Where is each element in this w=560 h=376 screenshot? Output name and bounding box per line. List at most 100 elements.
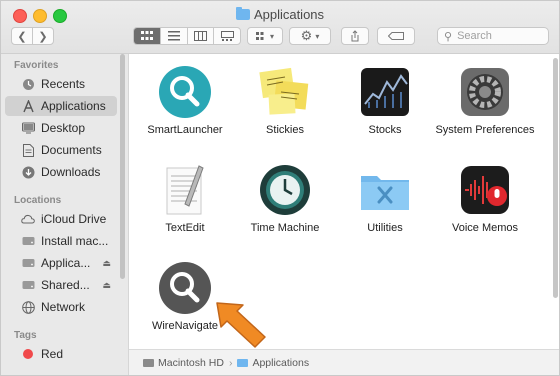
tag-button[interactable]	[377, 27, 415, 45]
app-item-time-machine[interactable]: Time Machine	[235, 162, 335, 235]
sidebar-item-tag-red[interactable]: Red	[5, 344, 117, 364]
path-bar: Macintosh HD › Applications	[129, 349, 559, 375]
gallery-view-icon	[220, 31, 234, 41]
app-item-stickies[interactable]: Stickies	[235, 64, 335, 137]
chevron-left-icon: ❮	[17, 30, 27, 43]
sidebar-item-documents[interactable]: Documents	[5, 140, 117, 160]
path-crumb-disk[interactable]: Macintosh HD	[143, 357, 224, 369]
file-browser-content: SmartLauncher Stickies Stocks System Pre…	[129, 54, 559, 349]
group-by-button[interactable]: ▾	[247, 27, 283, 45]
red-tag-dot-icon	[21, 347, 35, 361]
app-name: Voice Memos	[451, 222, 519, 234]
app-name: System Preferences	[435, 124, 535, 136]
eject-icon[interactable]: ⏏	[102, 280, 111, 291]
voice-memos-icon	[457, 162, 513, 218]
folder-icon	[237, 359, 249, 367]
path-crumb-label: Macintosh HD	[158, 357, 224, 369]
sidebar-item-install-macos[interactable]: Install mac...	[5, 231, 117, 251]
icon-view-icon	[140, 31, 153, 40]
sidebar-item-label: iCloud Drive	[41, 212, 107, 226]
sidebar-item-downloads[interactable]: Downloads	[5, 162, 117, 182]
column-view-icon	[193, 31, 207, 41]
app-item-stocks[interactable]: Stocks	[335, 64, 435, 137]
sidebar-item-label: Shared...	[41, 278, 90, 292]
app-name: Stocks	[368, 124, 402, 136]
sidebar-item-network[interactable]: Network	[5, 297, 117, 317]
magnifier-teal-icon	[157, 64, 213, 120]
chevron-down-icon: ▾	[269, 31, 274, 41]
stickies-icon	[257, 64, 313, 120]
globe-icon	[21, 300, 35, 314]
gallery-view-button[interactable]	[214, 28, 240, 44]
app-item-utilities[interactable]: Utilities	[335, 162, 435, 235]
path-crumb-label: Applications	[252, 357, 310, 369]
share-icon	[351, 30, 359, 42]
sidebar-item-label: Recents	[41, 77, 86, 91]
app-name: Stickies	[266, 124, 304, 136]
chevron-down-icon: ▾	[315, 31, 320, 41]
content-scrollbar[interactable]	[553, 58, 558, 298]
app-name: SmartLauncher	[147, 124, 223, 136]
app-item-voice-memos[interactable]: Voice Memos	[435, 162, 535, 235]
sidebar-item-recents[interactable]: Recents	[5, 74, 117, 94]
sidebar-item-label: Red	[41, 347, 64, 361]
share-button[interactable]	[341, 27, 369, 45]
time-machine-icon	[257, 162, 313, 218]
gear-icon	[457, 64, 513, 120]
sidebar-item-label: Downloads	[41, 165, 101, 179]
icon-view-button[interactable]	[134, 28, 161, 44]
gear-icon: ⚙	[300, 28, 313, 43]
eject-icon[interactable]: ⏏	[102, 258, 111, 269]
window-title-text: Applications	[253, 7, 325, 22]
folder-icon	[235, 7, 250, 20]
sidebar-item-shared-volume[interactable]: Shared... ⏏	[5, 275, 117, 295]
app-item-textedit[interactable]: TextEdit	[135, 162, 235, 235]
sidebar-item-label: Network	[41, 300, 86, 314]
app-name: Time Machine	[250, 222, 320, 234]
search-icon: ⚲	[444, 30, 453, 43]
sidebar-item-icloud-drive[interactable]: iCloud Drive	[5, 209, 117, 229]
path-crumb-folder[interactable]: Applications	[237, 357, 309, 369]
clock-icon	[21, 77, 35, 91]
back-button[interactable]: ❮	[11, 27, 33, 45]
list-view-button[interactable]	[161, 28, 188, 44]
cloud-icon	[21, 212, 35, 226]
list-view-icon	[167, 31, 180, 41]
sidebar-item-desktop[interactable]: Desktop	[5, 118, 117, 138]
disk-icon	[21, 234, 35, 248]
download-icon	[21, 165, 35, 179]
desktop-icon	[21, 121, 35, 135]
stocks-icon	[357, 64, 413, 120]
forward-button[interactable]: ❯	[32, 27, 54, 45]
action-menu-button[interactable]: ⚙ ▾	[289, 27, 331, 45]
column-view-button[interactable]	[188, 28, 215, 44]
sidebar: Favorites Recents Applications Desktop D…	[1, 54, 129, 375]
chevron-right-icon: ❯	[38, 30, 48, 43]
sidebar-item-label: Desktop	[41, 121, 86, 135]
sidebar-item-applications-volume[interactable]: Applica... ⏏	[5, 253, 117, 273]
search-input[interactable]	[457, 30, 538, 42]
sidebar-item-label: Install mac...	[41, 234, 109, 248]
search-field[interactable]: ⚲	[437, 27, 549, 45]
sidebar-scrollbar[interactable]	[120, 54, 125, 279]
utilities-folder-icon	[357, 162, 413, 218]
pointer-arrow-icon	[216, 302, 266, 348]
sidebar-locations-header: Locations	[14, 195, 62, 206]
textedit-icon	[157, 162, 213, 218]
disk-icon	[21, 278, 35, 292]
grid-icon	[255, 31, 264, 40]
tag-icon	[388, 32, 404, 40]
sidebar-item-label: Applica...	[41, 256, 91, 270]
toolbar: Applications ❮ ❯ ▾ ⚙ ▾ ⚲ Search	[1, 1, 559, 54]
chevron-right-icon: ›	[228, 357, 233, 369]
app-name: TextEdit	[165, 222, 205, 234]
sidebar-favorites-header: Favorites	[14, 60, 59, 71]
magnifier-gray-icon	[157, 260, 213, 316]
document-icon	[21, 143, 35, 157]
sidebar-item-label: Applications	[41, 99, 106, 113]
app-item-smartlauncher[interactable]: SmartLauncher	[135, 64, 235, 137]
app-item-system-preferences[interactable]: System Preferences	[435, 64, 535, 137]
app-name: Utilities	[367, 222, 403, 234]
view-mode-group	[133, 27, 241, 45]
sidebar-item-applications[interactable]: Applications	[5, 96, 117, 116]
